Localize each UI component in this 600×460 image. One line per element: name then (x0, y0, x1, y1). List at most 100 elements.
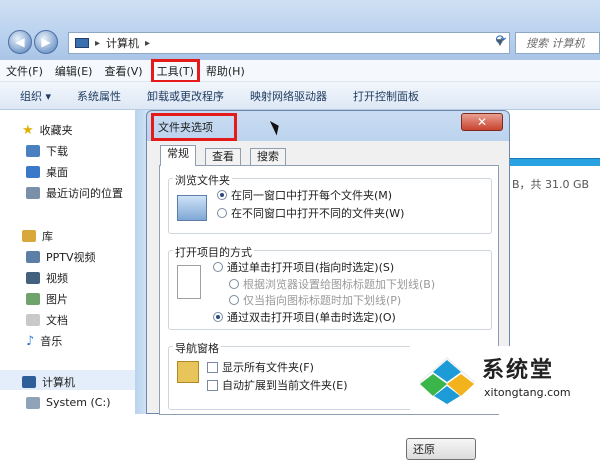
radio-dot (213, 312, 223, 322)
sidebar-item-desktop[interactable]: 桌面 (26, 164, 68, 180)
watermark-title: 系统堂 (482, 358, 555, 383)
option-label: 根据浏览器设置给图标标题加下划线(B) (243, 278, 436, 291)
click-items-icon (177, 265, 201, 299)
tab-general[interactable]: 常规 (160, 145, 196, 166)
breadcrumb-item[interactable]: 计算机 (106, 35, 139, 51)
sidebar-item-label: 最近访问的位置 (46, 187, 123, 200)
system-properties-button[interactable]: 系统属性 (77, 88, 121, 104)
radio-underline-browser[interactable]: 根据浏览器设置给图标标题加下划线(B) (229, 276, 435, 292)
disk-usage-bar (510, 158, 600, 166)
navigation-pane: ★ 收藏夹 下载 桌面 最近访问的位置 库 PPTV视频 视频 图片 文档 ♪ … (0, 110, 135, 414)
menu-tools[interactable]: 工具(T) (150, 58, 200, 83)
dialog-title: 文件夹选项 (151, 113, 237, 141)
restore-defaults-button[interactable]: 还原 (406, 438, 476, 460)
sidebar-item-label: 视频 (46, 272, 68, 285)
sidebar-item-music[interactable]: ♪ 音乐 (26, 333, 62, 349)
sidebar-item-system-drive[interactable]: System (C:) (26, 396, 111, 409)
sidebar-item-label: 下载 (46, 145, 68, 158)
computer-icon (75, 38, 89, 48)
checkbox-box (207, 379, 218, 391)
close-button[interactable]: ✕ (461, 113, 503, 131)
window-titlebar: ◀ ▶ ▸ 计算机 ▸ ▼ ⟳ 搜索 计算机 (0, 0, 600, 60)
radio-dot (229, 295, 239, 305)
video-folder-icon (26, 251, 40, 263)
star-icon: ★ (22, 122, 34, 138)
library-icon (22, 230, 36, 242)
organize-button[interactable]: 组织 ▾ (20, 88, 51, 104)
sidebar-item-label: PPTV视频 (46, 251, 96, 264)
option-label: 通过单击打开项目(指向时选定)(S) (227, 261, 395, 274)
option-label: 显示所有文件夹(F) (222, 361, 314, 374)
checkbox-show-all-folders[interactable]: 显示所有文件夹(F) (207, 359, 314, 375)
computer-icon (22, 376, 36, 388)
radio-new-window[interactable]: 在不同窗口中打开不同的文件夹(W) (217, 205, 404, 221)
menu-help[interactable]: 帮助(H) (200, 63, 251, 79)
sidebar-item-pptv[interactable]: PPTV视频 (26, 249, 96, 265)
radio-dot (213, 262, 223, 272)
refresh-icon[interactable]: ⟳ (492, 33, 510, 53)
sidebar-item-label: 音乐 (40, 335, 63, 348)
sidebar-computer[interactable]: 计算机 (22, 374, 75, 390)
documents-icon (26, 314, 40, 326)
tab-search[interactable]: 搜索 (250, 148, 286, 166)
menu-bar: 文件(F) 编辑(E) 查看(V) 工具(T) 帮助(H) (0, 58, 600, 83)
music-icon: ♪ (26, 333, 35, 349)
watermark-url: xitongtang.com (484, 386, 571, 399)
radio-dot (217, 190, 227, 200)
open-control-panel-button[interactable]: 打开控制面板 (353, 88, 419, 104)
breadcrumb-separator-icon: ▸ (95, 37, 101, 49)
radio-single-click[interactable]: 通过单击打开项目(指向时选定)(S) (213, 259, 394, 275)
option-label: 通过双击打开项目(单击时选定)(O) (227, 311, 396, 324)
sidebar-favorites-label: 收藏夹 (39, 124, 73, 137)
watermark: 系统堂 xitongtang.com (410, 346, 600, 414)
radio-dot (229, 279, 239, 289)
sidebar-computer-label: 计算机 (42, 376, 75, 389)
uninstall-program-button[interactable]: 卸载或更改程序 (147, 88, 224, 104)
sidebar-item-documents[interactable]: 文档 (26, 312, 68, 328)
sidebar-item-label: 桌面 (46, 166, 68, 179)
breadcrumb-arrow-icon[interactable]: ▸ (145, 38, 150, 49)
option-label: 自动扩展到当前文件夹(E) (222, 379, 348, 392)
radio-underline-hover[interactable]: 仅当指向图标标题时加下划线(P) (229, 292, 401, 308)
search-input[interactable]: 搜索 计算机 (515, 32, 600, 54)
menu-file[interactable]: 文件(F) (0, 63, 49, 79)
sidebar-item-label: 图片 (46, 293, 68, 306)
sidebar-libraries[interactable]: 库 (22, 228, 53, 244)
sidebar-item-recent[interactable]: 最近访问的位置 (26, 185, 123, 201)
menu-edit[interactable]: 编辑(E) (49, 63, 99, 79)
disk-info-text: B，共 31.0 GB (512, 178, 590, 191)
sidebar-item-downloads[interactable]: 下载 (26, 143, 68, 159)
sidebar-favorites[interactable]: ★ 收藏夹 (22, 122, 73, 138)
radio-double-click[interactable]: 通过双击打开项目(单击时选定)(O) (213, 309, 396, 325)
map-network-drive-button[interactable]: 映射网络驱动器 (250, 88, 327, 104)
sidebar-item-label: System (C:) (46, 396, 111, 409)
command-toolbar: 组织 ▾ 系统属性 卸载或更改程序 映射网络驱动器 打开控制面板 (0, 82, 600, 110)
radio-dot (217, 208, 227, 218)
back-button[interactable]: ◀ (8, 30, 32, 54)
address-bar[interactable]: ▸ 计算机 ▸ ▼ (68, 32, 510, 54)
checkbox-auto-expand[interactable]: 自动扩展到当前文件夹(E) (207, 377, 348, 393)
option-label: 在同一窗口中打开每个文件夹(M) (231, 189, 393, 202)
browse-folders-group: 浏览文件夹 在同一窗口中打开每个文件夹(M) 在不同窗口中打开不同的文件夹(W) (168, 172, 492, 234)
sidebar-libraries-label: 库 (42, 230, 53, 243)
desktop-icon (26, 166, 40, 178)
tab-view[interactable]: 查看 (205, 148, 241, 166)
radio-same-window[interactable]: 在同一窗口中打开每个文件夹(M) (217, 187, 392, 203)
click-items-group: 打开项目的方式 通过单击打开项目(指向时选定)(S) 根据浏览器设置给图标标题加… (168, 244, 492, 330)
option-label: 在不同窗口中打开不同的文件夹(W) (231, 207, 405, 220)
group-title: 打开项目的方式 (173, 244, 254, 260)
mouse-cursor-icon (269, 118, 283, 136)
group-title: 导航窗格 (173, 340, 221, 356)
drive-icon (26, 396, 40, 409)
navigation-pane-icon (177, 361, 199, 383)
recent-places-icon (26, 187, 40, 199)
sidebar-item-pictures[interactable]: 图片 (26, 291, 68, 307)
forward-button[interactable]: ▶ (34, 30, 58, 54)
sidebar-item-videos[interactable]: 视频 (26, 270, 68, 286)
browse-folders-icon (177, 195, 207, 221)
menu-view[interactable]: 查看(V) (98, 63, 148, 79)
watermark-logo-icon (419, 357, 475, 405)
checkbox-box (207, 361, 218, 373)
group-title: 浏览文件夹 (173, 172, 232, 188)
videos-icon (26, 272, 40, 284)
